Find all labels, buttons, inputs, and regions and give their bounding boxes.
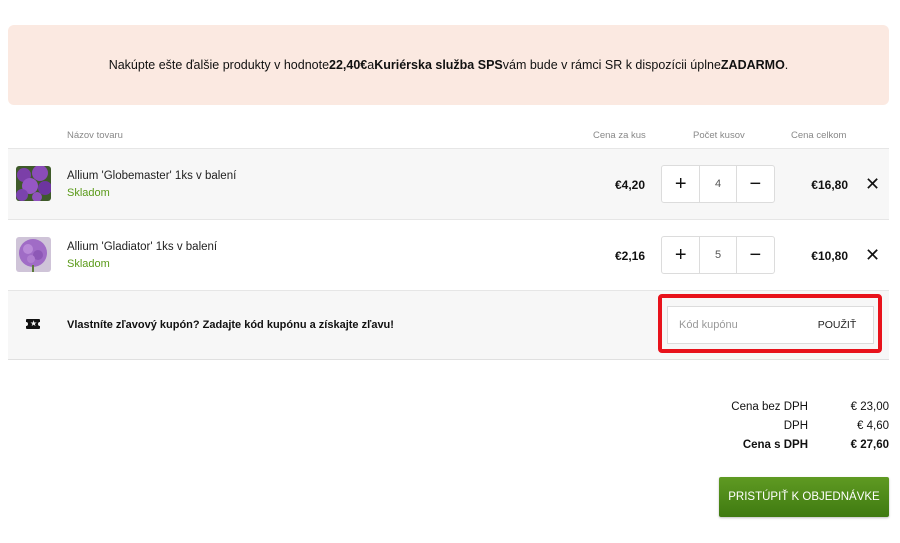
summary-row: DPH € 4,60 — [0, 420, 900, 436]
product-name[interactable]: Allium 'Globemaster' 1ks v balení — [67, 170, 236, 182]
banner-amount: 22,40€ — [329, 58, 368, 72]
minus-icon[interactable]: − — [737, 166, 774, 202]
header-product-name: Názov tovaru — [67, 130, 123, 141]
free-shipping-banner: Nakúpte ešte ďalšie produkty v hodnote 2… — [8, 25, 889, 105]
stock-status: Skladom — [67, 187, 110, 199]
line-total: €16,80 — [811, 178, 848, 192]
summary-value: € 4,60 — [857, 420, 889, 432]
coupon-prompt: Vlastníte zľavový kupón? Zadajte kód kup… — [67, 319, 394, 331]
quantity-input[interactable]: 5 — [699, 237, 737, 273]
stock-status: Skladom — [67, 258, 110, 270]
header-unit-price: Cena za kus — [593, 130, 646, 141]
summary-label: Cena s DPH — [742, 439, 808, 451]
banner-text-3: vám bude v rámci SR k dispozícii úplne — [502, 58, 721, 72]
product-name[interactable]: Allium 'Gladiator' 1ks v balení — [67, 241, 217, 253]
header-quantity: Počet kusov — [693, 130, 745, 141]
summary-row: Cena bez DPH € 23,00 — [0, 401, 900, 417]
checkout-button[interactable]: PRISTÚPIŤ K OBJEDNÁVKE — [719, 477, 889, 517]
table-row: Allium 'Gladiator' 1ks v balení Skladom … — [8, 219, 889, 290]
minus-icon[interactable]: − — [737, 237, 774, 273]
quantity-input[interactable]: 4 — [699, 166, 737, 202]
banner-text-1: Nakúpte ešte ďalšie produkty v hodnote — [108, 58, 330, 72]
summary-label: Cena bez DPH — [731, 401, 808, 413]
unit-price: €2,16 — [614, 249, 645, 263]
apply-coupon-button[interactable]: POUŽIŤ — [801, 306, 874, 344]
unit-price: €4,20 — [614, 178, 645, 192]
header-total: Cena celkom — [791, 130, 847, 141]
line-total: €10,80 — [811, 249, 848, 263]
quantity-stepper: + 5 − — [661, 236, 775, 274]
plus-icon[interactable]: + — [662, 166, 699, 202]
remove-item-icon[interactable]: ✕ — [865, 246, 880, 264]
banner-free: ZADARMO — [720, 58, 785, 72]
summary-value: € 27,60 — [850, 439, 889, 451]
banner-text-4: . — [784, 58, 789, 72]
plus-icon[interactable]: + — [662, 237, 699, 273]
banner-text-2: a — [367, 58, 375, 72]
remove-item-icon[interactable]: ✕ — [865, 175, 880, 193]
product-image-globemaster[interactable] — [16, 166, 51, 201]
banner-service: Kuriérska služba SPS — [374, 58, 503, 72]
summary-row: Cena s DPH € 27,60 — [0, 439, 900, 455]
cart-table-header: Názov tovaru Cena za kus Počet kusov Cen… — [0, 130, 900, 144]
table-row: Allium 'Globemaster' 1ks v balení Sklado… — [8, 148, 889, 219]
summary-label: DPH — [783, 420, 808, 432]
coupon-code-input[interactable] — [667, 306, 802, 344]
ticket-icon: ★ — [24, 319, 42, 329]
product-image-gladiator[interactable] — [16, 237, 51, 272]
quantity-stepper: + 4 − — [661, 165, 775, 203]
summary-value: € 23,00 — [850, 401, 889, 413]
